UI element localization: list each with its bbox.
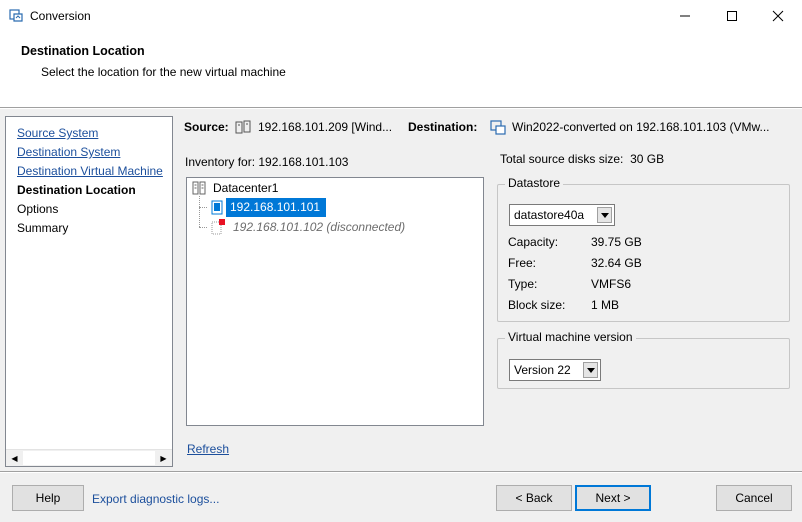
tree-node-host-101-label[interactable]: 192.168.101.101: [226, 198, 327, 217]
page-subtitle: Select the location for the new virtual …: [41, 65, 286, 79]
footer-divider-highlight: [0, 472, 802, 473]
block-size-label: Block size:: [508, 298, 566, 312]
close-icon: [772, 10, 784, 21]
tree-node-host-102[interactable]: 192.168.101.102 (disconnected): [208, 218, 484, 237]
step-destination-location: Destination Location: [17, 183, 136, 197]
source-label: Source:: [184, 120, 229, 134]
step-summary: Summary: [17, 221, 69, 235]
tree-node-host-102-label[interactable]: 192.168.101.102 (disconnected): [233, 218, 405, 237]
horizontal-scrollbar[interactable]: ◀ ▶: [6, 449, 172, 466]
wizard-header: Destination Location Select the location…: [0, 31, 802, 107]
total-disks-value: 30 GB: [630, 152, 665, 166]
datastore-select[interactable]: datastore40a: [509, 204, 615, 226]
datacenter-icon: [192, 181, 206, 195]
datastore-legend: Datastore: [505, 176, 564, 190]
total-source-disks-size: Total source disks size: 30 GB: [500, 152, 664, 166]
free-label: Free:: [508, 256, 537, 270]
total-disks-label: Total source disks size:: [500, 152, 624, 166]
step-source-system[interactable]: Source System: [17, 124, 163, 143]
maximize-icon: [727, 10, 737, 21]
chevron-down-icon[interactable]: [597, 207, 612, 223]
back-button-label: < Back: [515, 491, 553, 505]
vm-version-group: Virtual machine version Version 22: [497, 330, 790, 389]
window-title: Conversion: [30, 9, 91, 23]
step-options: Options: [17, 202, 59, 216]
minimize-button[interactable]: [662, 0, 708, 31]
free-value: 32.64 GB: [591, 256, 642, 270]
chevron-down-icon[interactable]: [583, 362, 598, 378]
tree-connector: [199, 227, 207, 228]
scroll-right-icon[interactable]: ▶: [155, 450, 172, 466]
capacity-label: Capacity:: [508, 235, 559, 249]
tree-node-host-101[interactable]: 192.168.101.101: [208, 198, 484, 217]
datastore-group: Datastore datastore40a Capacity: 39.75 G…: [497, 176, 790, 322]
export-diagnostic-logs-link[interactable]: Export diagnostic logs...: [92, 492, 219, 506]
physical-machine-icon: [235, 120, 251, 134]
step-destination-virtual-machine[interactable]: Destination Virtual Machine: [17, 162, 163, 181]
datastore-selected-value: datastore40a: [514, 208, 585, 222]
help-button[interactable]: Help: [12, 485, 84, 511]
page-title: Destination Location: [21, 44, 145, 58]
cancel-button[interactable]: Cancel: [716, 485, 792, 511]
destination-label: Destination:: [408, 120, 478, 134]
minimize-icon: [680, 15, 690, 16]
tree-connector: [199, 196, 200, 227]
type-value: VMFS6: [591, 277, 632, 291]
cancel-button-label: Cancel: [735, 491, 773, 505]
inventory-host: 192.168.101.103: [258, 155, 349, 169]
host-icon: [211, 200, 223, 215]
title-bar: Conversion: [0, 0, 802, 31]
tree-node-datacenter[interactable]: Datacenter1: [213, 179, 278, 198]
inventory-label: Inventory for: 192.168.101.103: [185, 155, 348, 169]
wizard-steps-panel: Source System Destination System Destina…: [5, 116, 173, 467]
scrollbar-thumb[interactable]: [23, 451, 155, 465]
next-button[interactable]: Next >: [575, 485, 651, 511]
close-button[interactable]: [755, 0, 801, 31]
maximize-button[interactable]: [709, 0, 755, 31]
capacity-value: 39.75 GB: [591, 235, 642, 249]
block-size-value: 1 MB: [591, 298, 620, 312]
converter-app-icon: [9, 9, 23, 22]
destination-value: Win2022-converted on 192.168.101.103 (VM…: [512, 120, 770, 134]
inventory-tree[interactable]: Datacenter1 192.168.101.101 192.168.101.…: [186, 177, 484, 426]
next-button-label: Next >: [595, 491, 631, 505]
source-value: 192.168.101.209 [Wind...: [258, 120, 393, 134]
vm-version-selected-value: Version 22: [514, 363, 571, 377]
wizard-steps-list: Source System Destination System Destina…: [17, 124, 163, 238]
virtual-machine-icon: [490, 120, 506, 135]
step-destination-system[interactable]: Destination System: [17, 143, 163, 162]
tree-connector: [199, 207, 207, 208]
scroll-left-icon[interactable]: ◀: [6, 450, 23, 466]
help-button-label: Help: [35, 491, 61, 505]
back-button[interactable]: < Back: [496, 485, 572, 511]
refresh-link[interactable]: Refresh: [187, 442, 229, 456]
header-divider-highlight: [0, 108, 802, 109]
disconnected-host-icon: [211, 219, 225, 235]
inventory-for-text: Inventory for:: [185, 155, 256, 169]
vm-version-legend: Virtual machine version: [505, 330, 636, 344]
vm-version-select[interactable]: Version 22: [509, 359, 601, 381]
type-label: Type:: [508, 277, 538, 291]
